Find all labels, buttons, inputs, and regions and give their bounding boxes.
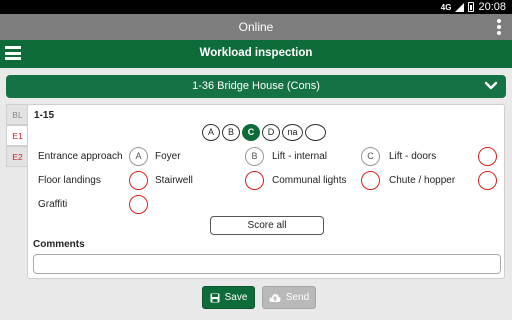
app-bar: Workload inspection	[0, 40, 512, 68]
item-grade-stairwell[interactable]	[245, 171, 264, 190]
send-button[interactable]: Send	[262, 286, 316, 309]
item-grade-foyer[interactable]: B	[245, 147, 264, 166]
comments-input[interactable]	[33, 254, 501, 274]
item-grade-entrance-approach[interactable]: A	[129, 147, 148, 166]
item-label-foyer: Foyer	[155, 151, 181, 162]
window-title: Online	[238, 20, 274, 34]
item-label-entrance-approach: Entrance approach	[38, 151, 123, 162]
item-grade-chute-hopper[interactable]	[478, 171, 497, 190]
location-dropdown[interactable]: 1-36 Bridge House (Cons)	[6, 75, 506, 98]
comments-label: Comments	[33, 239, 85, 250]
grade-c-button[interactable]: C	[242, 124, 260, 141]
item-label-lift-internal: Lift - internal	[272, 151, 328, 162]
item-grade-lift-doors[interactable]	[478, 147, 497, 166]
grade-d-button[interactable]: D	[262, 124, 280, 141]
item-grade-communal-lights[interactable]	[361, 171, 380, 190]
section-tabs: BL E1 E2	[6, 104, 28, 167]
network-type-indicator: 4G	[440, 2, 452, 12]
tab-bl[interactable]: BL	[6, 104, 28, 125]
item-grade-graffiti[interactable]	[129, 195, 148, 214]
item-label-floor-landings: Floor landings	[38, 175, 101, 186]
location-selected-value: 1-36 Bridge House (Cons)	[192, 80, 320, 92]
save-button-label: Save	[224, 292, 248, 303]
grade-na-button[interactable]: na	[282, 124, 303, 141]
score-all-button[interactable]: Score all	[210, 216, 324, 235]
window-title-bar: Online	[0, 14, 512, 40]
item-label-graffiti: Graffiti	[38, 199, 68, 210]
tab-e1[interactable]: E1	[6, 125, 28, 146]
signal-strength-icon	[455, 2, 465, 12]
save-button[interactable]: Save	[202, 286, 255, 309]
send-button-label: Send	[285, 292, 310, 303]
item-label-chute-hopper: Chute / hopper	[389, 175, 456, 186]
item-label-communal-lights: Communal lights	[272, 175, 347, 186]
floppy-disk-icon	[210, 293, 220, 302]
clock: 20:08	[478, 1, 506, 13]
battery-icon	[468, 2, 475, 12]
panel-title: 1-15	[34, 110, 55, 121]
overflow-menu-icon[interactable]	[497, 19, 501, 35]
chevron-down-icon	[484, 81, 498, 90]
grade-selector: A B C D na	[202, 124, 326, 141]
item-label-stairwell: Stairwell	[155, 175, 193, 186]
grade-clear-button[interactable]	[305, 124, 326, 141]
item-label-lift-doors: Lift - doors	[389, 151, 437, 162]
item-grade-floor-landings[interactable]	[129, 171, 148, 190]
inspection-panel: 1-15 A B C D na Entrance approach A Foye…	[27, 104, 505, 279]
cloud-upload-icon	[269, 293, 281, 302]
page-title: Workload inspection	[199, 47, 313, 59]
grade-a-button[interactable]: A	[202, 124, 220, 141]
tab-e2[interactable]: E2	[6, 146, 28, 167]
grade-b-button[interactable]: B	[222, 124, 240, 141]
item-grade-lift-internal[interactable]: C	[361, 147, 380, 166]
system-status-bar: 4G 20:08	[0, 0, 512, 14]
